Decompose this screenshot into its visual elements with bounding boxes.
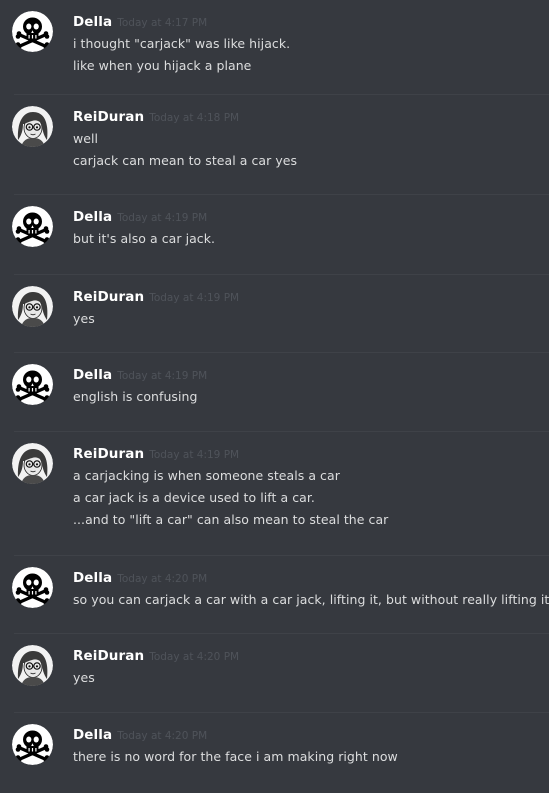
timestamp: Today at 4:20 PM xyxy=(117,730,208,742)
chat-log: Della Today at 4:17 PM i thought "carjack"… xyxy=(0,0,549,793)
girl-portrait-icon[interactable] xyxy=(12,286,53,327)
message-body: there is no word for the face i am makin… xyxy=(73,746,398,768)
timestamp: Today at 4:19 PM xyxy=(149,292,240,304)
message-text: a car jack is a device used to lift a ca… xyxy=(73,490,315,505)
message-header: ReiDuran Today at 4:20 PM xyxy=(73,645,239,667)
message-body: well carjack can mean to steal a car yes xyxy=(73,128,297,172)
message-header: ReiDuran Today at 4:19 PM xyxy=(73,443,239,465)
timestamp: Today at 4:19 PM xyxy=(149,449,240,461)
girl-portrait-icon[interactable] xyxy=(12,106,53,147)
message-group[interactable]: ReiDuran Today at 4:20 PM yes xyxy=(0,634,549,713)
message-text: english is confusing xyxy=(73,389,198,404)
timestamp: Today at 4:17 PM xyxy=(117,17,208,29)
message-group[interactable]: ReiDuran Today at 4:19 PM yes xyxy=(0,275,549,353)
username[interactable]: Della xyxy=(73,727,112,743)
skull-crossbones-icon[interactable] xyxy=(12,567,53,608)
timestamp: Today at 4:19 PM xyxy=(117,370,208,382)
message-header: ReiDuran Today at 4:18 PM xyxy=(73,106,239,128)
message-group[interactable]: Della Today at 4:17 PM i thought "carjack"… xyxy=(0,0,549,95)
username[interactable]: ReiDuran xyxy=(73,109,144,125)
message-header: Della Today at 4:17 PM xyxy=(73,11,207,33)
message-group[interactable]: Della Today at 4:19 PM english is confusin… xyxy=(0,353,549,432)
message-body: yes xyxy=(73,308,95,330)
message-text: carjack can mean to steal a car yes xyxy=(73,153,298,168)
timestamp: Today at 4:20 PM xyxy=(117,573,208,585)
skull-crossbones-icon[interactable] xyxy=(12,11,53,52)
message-header: Della Today at 4:19 PM xyxy=(73,364,207,386)
username[interactable]: ReiDuran xyxy=(73,446,144,462)
message-body: so you can carjack a car with a car jack… xyxy=(73,589,549,611)
message-text: so you can carjack a car with a car jack… xyxy=(73,592,549,607)
username[interactable]: Della xyxy=(73,209,112,225)
username[interactable]: ReiDuran xyxy=(73,648,144,664)
username[interactable]: ReiDuran xyxy=(73,289,144,305)
timestamp: Today at 4:20 PM xyxy=(149,651,240,663)
message-text: yes xyxy=(73,311,95,326)
message-header: Della Today at 4:20 PM xyxy=(73,567,207,589)
message-header: Della Today at 4:20 PM xyxy=(73,724,207,746)
message-body: i thought "carjack" was like hijack. like… xyxy=(73,33,290,77)
girl-portrait-icon[interactable] xyxy=(12,645,53,686)
message-header: ReiDuran Today at 4:19 PM xyxy=(73,286,239,308)
message-body: yes xyxy=(73,667,95,689)
message-text: well xyxy=(73,131,99,146)
message-group[interactable]: ReiDuran Today at 4:19 PM a carjacking is … xyxy=(0,432,549,556)
message-group[interactable]: ReiDuran Today at 4:18 PM well carjack can … xyxy=(0,95,549,195)
message-text: like when you hijack a plane xyxy=(73,58,252,73)
message-text: a carjacking is when someone steals a ca… xyxy=(73,468,340,483)
message-group[interactable]: Della Today at 4:20 PM so you can carjack … xyxy=(0,556,549,634)
username[interactable]: Della xyxy=(73,570,112,586)
username[interactable]: Della xyxy=(73,14,112,30)
message-body: english is confusing xyxy=(73,386,197,408)
skull-crossbones-icon[interactable] xyxy=(12,724,53,765)
message-text: ...and to "lift a car" can also mean to … xyxy=(73,512,389,527)
message-body: a carjacking is when someone steals a ca… xyxy=(73,465,388,531)
message-text: i thought "carjack" was like hijack. xyxy=(73,36,291,51)
skull-crossbones-icon[interactable] xyxy=(12,206,53,247)
message-group[interactable]: Della Today at 4:20 PM there is no word fo… xyxy=(0,713,549,793)
skull-crossbones-icon[interactable] xyxy=(12,364,53,405)
timestamp: Today at 4:18 PM xyxy=(149,112,240,124)
message-body: but it's also a car jack. xyxy=(73,228,215,250)
girl-portrait-icon[interactable] xyxy=(12,443,53,484)
message-text: yes xyxy=(73,670,95,685)
timestamp: Today at 4:19 PM xyxy=(117,212,208,224)
message-header: Della Today at 4:19 PM xyxy=(73,206,207,228)
username[interactable]: Della xyxy=(73,367,112,383)
message-group[interactable]: Della Today at 4:19 PM but it's also a car… xyxy=(0,195,549,275)
message-text: there is no word for the face i am makin… xyxy=(73,749,398,764)
message-text: but it's also a car jack. xyxy=(73,231,216,246)
